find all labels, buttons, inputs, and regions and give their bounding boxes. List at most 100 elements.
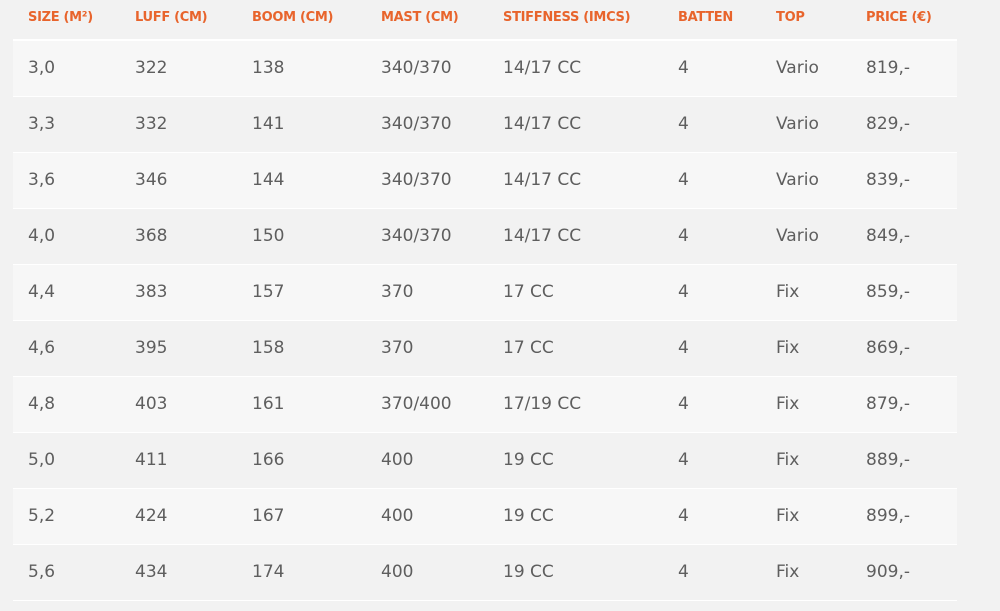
cell-mast: 400	[366, 488, 488, 544]
cell-luff: 411	[120, 432, 237, 488]
cell-price: 889,-	[851, 432, 957, 488]
header-luff: LUFF (CM)	[120, 0, 237, 41]
cell-luff: 434	[120, 544, 237, 600]
table-row: 4,0 368 150 340/370 14/17 CC 4 Vario 849…	[13, 208, 957, 264]
cell-mast: 400	[366, 544, 488, 600]
table-row: 4,8 403 161 370/400 17/19 CC 4 Fix 879,-	[13, 376, 957, 432]
cell-price: 839,-	[851, 152, 957, 208]
cell-size: 3,0	[13, 40, 120, 96]
cell-boom: 144	[237, 152, 366, 208]
cell-stiffness: 14/17 CC	[488, 152, 663, 208]
cell-top: Fix	[761, 376, 851, 432]
cell-luff: 332	[120, 96, 237, 152]
cell-luff: 346	[120, 152, 237, 208]
cell-top: Vario	[761, 96, 851, 152]
cell-price: 829,-	[851, 96, 957, 152]
cell-luff: 403	[120, 376, 237, 432]
cell-mast: 370/400	[366, 376, 488, 432]
header-size: SIZE (M²)	[13, 0, 120, 41]
cell-size: 4,8	[13, 376, 120, 432]
cell-price: 879,-	[851, 376, 957, 432]
cell-size: 4,4	[13, 264, 120, 320]
cell-stiffness: 17 CC	[488, 320, 663, 376]
cell-size: 5,6	[13, 544, 120, 600]
header-price: PRICE (€)	[851, 0, 957, 41]
cell-size: 3,6	[13, 152, 120, 208]
table-row: 5,2 424 167 400 19 CC 4 Fix 899,-	[13, 488, 957, 544]
table-row: 4,6 395 158 370 17 CC 4 Fix 869,-	[13, 320, 957, 376]
cell-batten: 4	[663, 376, 761, 432]
cell-size: 5,0	[13, 432, 120, 488]
cell-mast: 400	[366, 432, 488, 488]
cell-top: Fix	[761, 488, 851, 544]
cell-mast: 340/370	[366, 208, 488, 264]
cell-boom: 161	[237, 376, 366, 432]
cell-stiffness: 14/17 CC	[488, 96, 663, 152]
cell-price: 859,-	[851, 264, 957, 320]
cell-luff: 395	[120, 320, 237, 376]
cell-batten: 4	[663, 488, 761, 544]
cell-batten: 4	[663, 320, 761, 376]
cell-boom: 158	[237, 320, 366, 376]
cell-top: Fix	[761, 264, 851, 320]
cell-stiffness: 14/17 CC	[488, 40, 663, 96]
cell-luff: 424	[120, 488, 237, 544]
cell-top: Vario	[761, 208, 851, 264]
cell-price: 819,-	[851, 40, 957, 96]
cell-size: 4,0	[13, 208, 120, 264]
cell-batten: 4	[663, 40, 761, 96]
header-batten: BATTEN	[663, 0, 761, 41]
sail-specs-table: SIZE (M²) LUFF (CM) BOOM (CM) MAST (CM) …	[13, 0, 957, 601]
cell-top: Vario	[761, 40, 851, 96]
specs-table-container: SIZE (M²) LUFF (CM) BOOM (CM) MAST (CM) …	[13, 0, 957, 601]
table-header-row: SIZE (M²) LUFF (CM) BOOM (CM) MAST (CM) …	[13, 0, 957, 41]
cell-price: 849,-	[851, 208, 957, 264]
cell-mast: 370	[366, 320, 488, 376]
cell-luff: 383	[120, 264, 237, 320]
cell-mast: 370	[366, 264, 488, 320]
table-row: 3,3 332 141 340/370 14/17 CC 4 Vario 829…	[13, 96, 957, 152]
cell-batten: 4	[663, 264, 761, 320]
cell-stiffness: 14/17 CC	[488, 208, 663, 264]
cell-boom: 166	[237, 432, 366, 488]
cell-mast: 340/370	[366, 152, 488, 208]
cell-mast: 340/370	[366, 40, 488, 96]
cell-boom: 167	[237, 488, 366, 544]
cell-top: Vario	[761, 152, 851, 208]
cell-price: 869,-	[851, 320, 957, 376]
cell-top: Fix	[761, 320, 851, 376]
header-top: TOP	[761, 0, 851, 41]
header-mast: MAST (CM)	[366, 0, 488, 41]
table-row: 3,0 322 138 340/370 14/17 CC 4 Vario 819…	[13, 40, 957, 96]
cell-boom: 141	[237, 96, 366, 152]
cell-top: Fix	[761, 544, 851, 600]
table-row: 4,4 383 157 370 17 CC 4 Fix 859,-	[13, 264, 957, 320]
cell-price: 909,-	[851, 544, 957, 600]
cell-size: 3,3	[13, 96, 120, 152]
cell-batten: 4	[663, 208, 761, 264]
header-stiffness: STIFFNESS (IMCS)	[488, 0, 663, 41]
cell-luff: 368	[120, 208, 237, 264]
cell-batten: 4	[663, 152, 761, 208]
table-row: 5,6 434 174 400 19 CC 4 Fix 909,-	[13, 544, 957, 600]
cell-stiffness: 19 CC	[488, 432, 663, 488]
cell-batten: 4	[663, 96, 761, 152]
cell-batten: 4	[663, 432, 761, 488]
cell-stiffness: 19 CC	[488, 488, 663, 544]
cell-boom: 174	[237, 544, 366, 600]
cell-stiffness: 19 CC	[488, 544, 663, 600]
cell-stiffness: 17 CC	[488, 264, 663, 320]
table-row: 5,0 411 166 400 19 CC 4 Fix 889,-	[13, 432, 957, 488]
cell-luff: 322	[120, 40, 237, 96]
cell-boom: 150	[237, 208, 366, 264]
cell-size: 4,6	[13, 320, 120, 376]
table-row: 3,6 346 144 340/370 14/17 CC 4 Vario 839…	[13, 152, 957, 208]
header-boom: BOOM (CM)	[237, 0, 366, 41]
cell-boom: 138	[237, 40, 366, 96]
cell-mast: 340/370	[366, 96, 488, 152]
cell-boom: 157	[237, 264, 366, 320]
cell-stiffness: 17/19 CC	[488, 376, 663, 432]
cell-top: Fix	[761, 432, 851, 488]
cell-price: 899,-	[851, 488, 957, 544]
cell-batten: 4	[663, 544, 761, 600]
